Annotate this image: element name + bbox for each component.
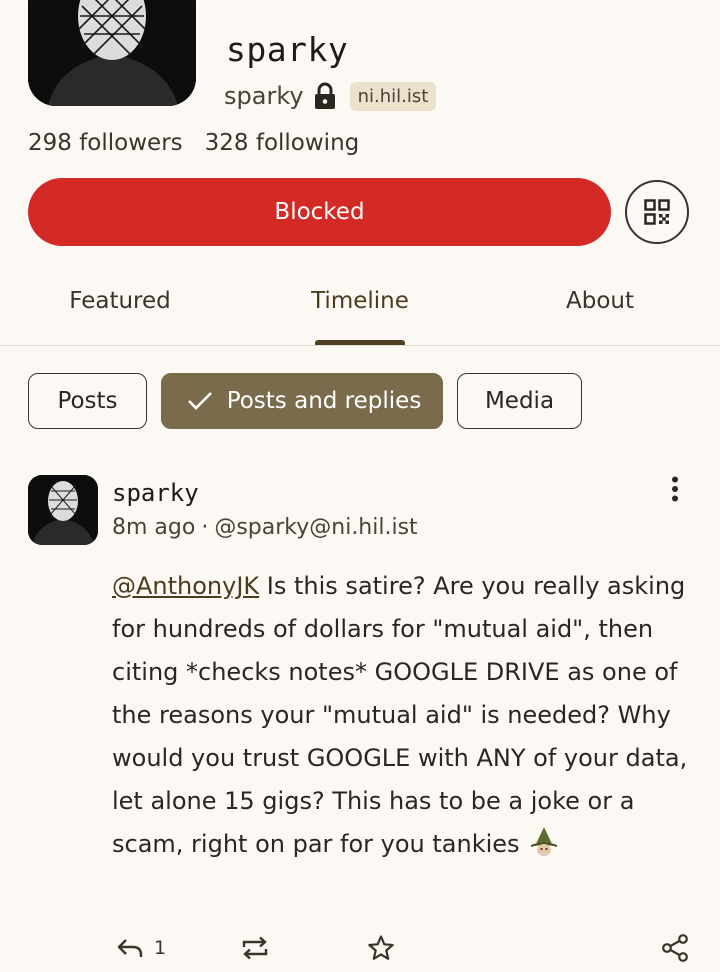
share-button[interactable] [660, 932, 690, 964]
qr-code-button[interactable] [625, 180, 689, 244]
tab-about[interactable]: About [480, 288, 720, 314]
more-vert-icon [672, 476, 678, 502]
instance-badge[interactable]: ni.hil.ist [349, 81, 437, 111]
reply-icon [117, 939, 143, 957]
reply-count: 1 [154, 937, 167, 959]
post-author-avatar[interactable] [28, 475, 98, 545]
handle-row: sparky ni.hil.ist [224, 78, 437, 114]
check-icon [187, 392, 212, 410]
tab-featured[interactable]: Featured [0, 288, 240, 314]
tab-timeline[interactable]: Timeline [240, 288, 480, 314]
profile-avatar[interactable] [28, 0, 196, 106]
chip-label: Posts [57, 388, 118, 414]
following-count[interactable]: 328 following [205, 130, 360, 156]
post-time[interactable]: 8m ago [112, 515, 195, 540]
profile-tabs: Featured Timeline About [0, 268, 720, 346]
handle: sparky [224, 82, 304, 110]
filter-chip-media[interactable]: Media [457, 373, 582, 429]
avatar-image [28, 475, 98, 545]
post-meta: 8m ago · @sparky@ni.hil.ist [112, 515, 418, 540]
qr-code-icon [644, 199, 670, 225]
follow-stats: 298 followers 328 following [28, 130, 359, 156]
post-mention-link[interactable]: @AnthonyJK [112, 572, 259, 600]
blocked-button[interactable]: Blocked [28, 178, 611, 246]
favourite-button[interactable] [367, 932, 395, 964]
reply-button[interactable]: 1 [116, 932, 166, 964]
filter-chip-posts-and-replies[interactable]: Posts and replies [161, 373, 443, 429]
post-author-name[interactable]: sparky [112, 479, 199, 507]
star-icon [368, 935, 394, 960]
tab-selected-indicator [315, 340, 405, 345]
lock-icon [314, 82, 336, 110]
post-acct[interactable]: @sparky@ni.hil.ist [214, 515, 417, 540]
profile-page: sparky sparky ni.hil.ist 298 followers 3… [0, 0, 720, 972]
more-options-button[interactable] [660, 472, 690, 506]
meta-separator: · [201, 515, 209, 540]
post-content: @AnthonyJK Is this satire? Are you reall… [112, 565, 697, 866]
display-name: sparky [226, 30, 349, 69]
followers-count[interactable]: 298 followers [28, 130, 183, 156]
chip-label: Media [484, 388, 555, 414]
share-icon [662, 934, 688, 962]
chip-label: Posts and replies [226, 388, 422, 414]
post-actions: 1 [0, 928, 720, 968]
boost-icon [242, 936, 268, 960]
filter-chip-posts[interactable]: Posts [28, 373, 147, 429]
boost-button[interactable] [240, 932, 270, 964]
gnome-emoji-icon [527, 826, 561, 858]
avatar-image [28, 0, 196, 106]
post-text: Is this satire? Are you really asking fo… [112, 572, 688, 858]
